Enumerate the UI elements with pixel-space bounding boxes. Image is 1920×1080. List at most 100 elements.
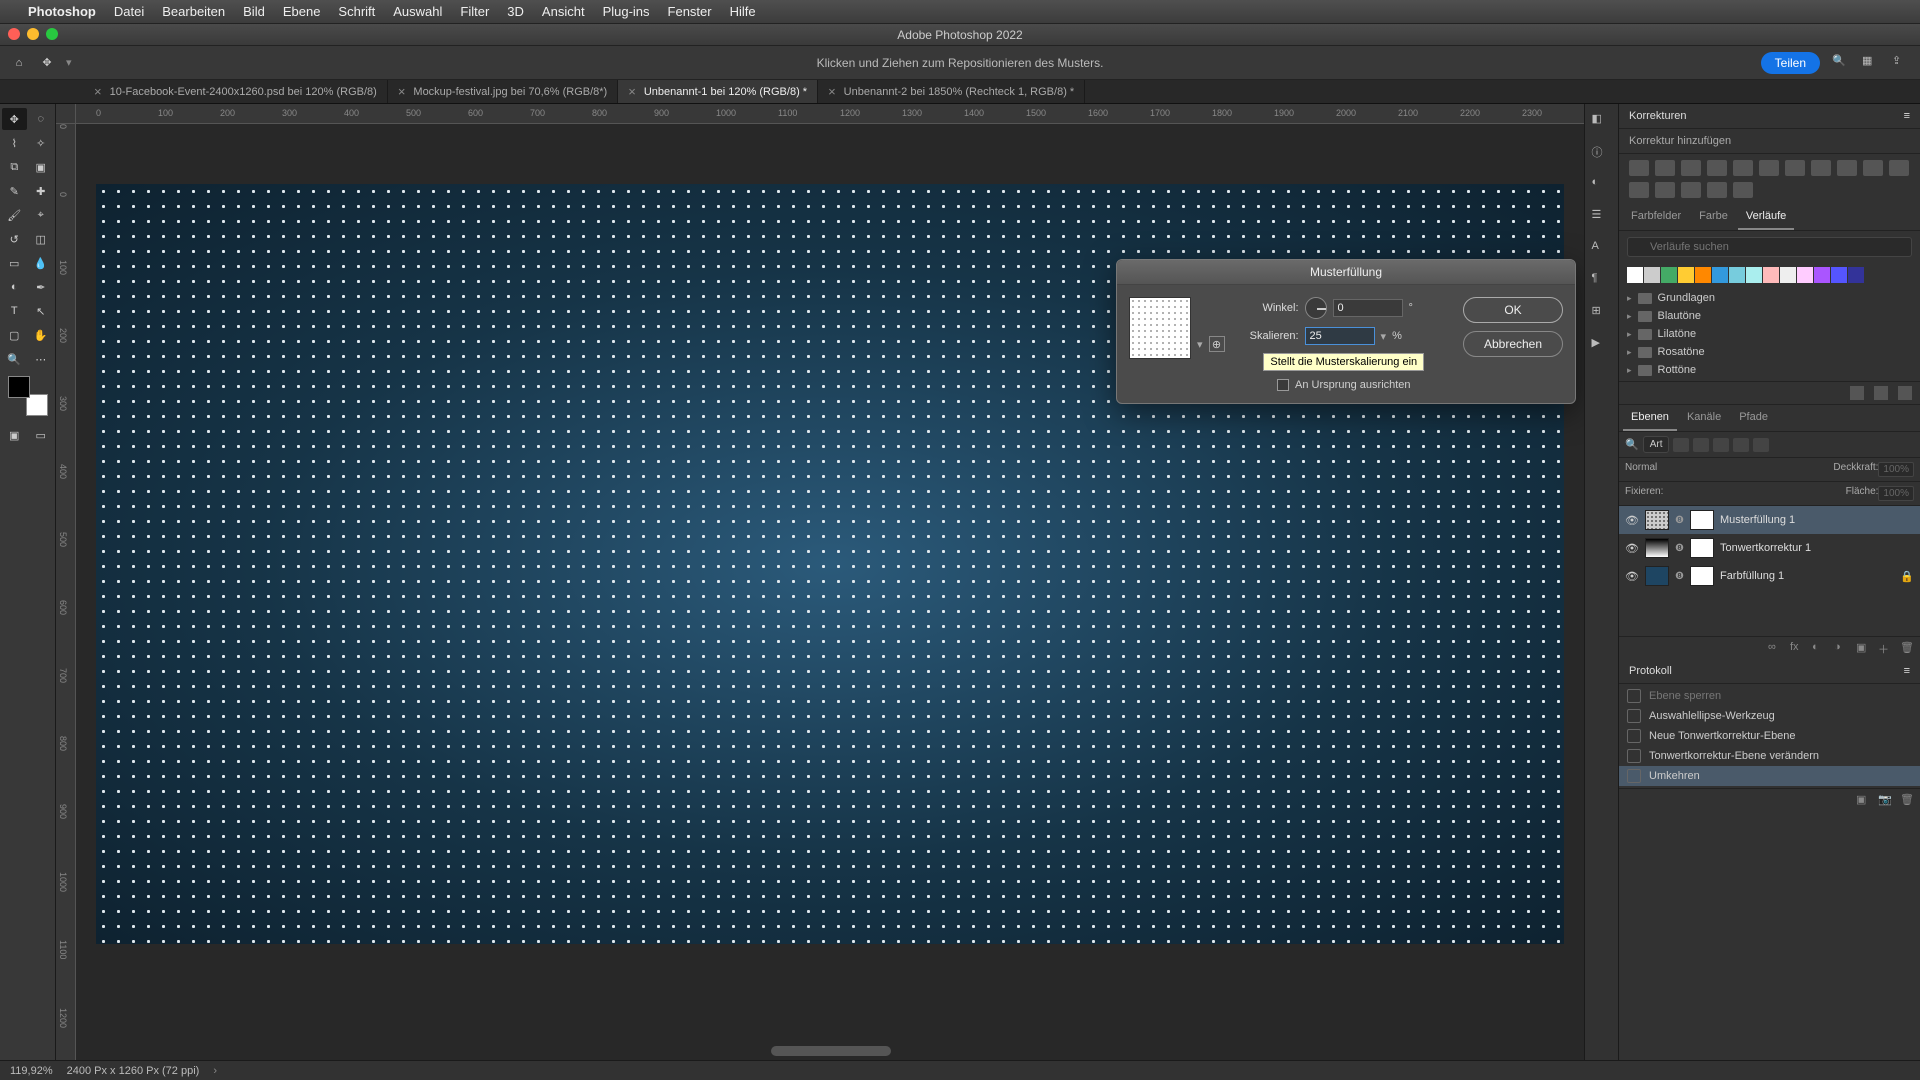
layer-thumbnail[interactable] <box>1645 538 1669 558</box>
move-tool-options-icon[interactable]: ✥ <box>38 54 56 72</box>
cancel-button[interactable]: Abbrechen <box>1463 331 1563 357</box>
layer-name[interactable]: Farbfüllung 1 <box>1720 570 1784 582</box>
properties-panel-icon[interactable]: ◧ <box>1592 112 1612 132</box>
gradientmap-icon[interactable] <box>1707 182 1727 198</box>
chevron-down-icon[interactable]: ▾ <box>66 56 72 69</box>
snapshot-icon[interactable]: ▣ <box>1856 793 1870 807</box>
fx-icon[interactable]: fx <box>1790 641 1804 655</box>
tab-ebenen[interactable]: Ebenen <box>1623 405 1677 431</box>
gradient-swatch[interactable] <box>1763 267 1779 283</box>
history-state[interactable]: Auswahlellipse-Werkzeug <box>1619 706 1920 726</box>
gradient-swatch[interactable] <box>1780 267 1796 283</box>
layer-thumbnail[interactable] <box>1645 566 1669 586</box>
ruler-origin[interactable] <box>56 104 76 124</box>
menu-hilfe[interactable]: Hilfe <box>730 4 756 19</box>
gradient-swatch[interactable] <box>1831 267 1847 283</box>
layer-row[interactable]: 👁❽Farbfüllung 1🔒 <box>1619 562 1920 590</box>
posterize-icon[interactable] <box>1655 182 1675 198</box>
visibility-icon[interactable]: 👁 <box>1625 570 1639 583</box>
filter-shape-icon[interactable] <box>1733 438 1749 452</box>
fill-value[interactable]: 100% <box>1878 486 1914 501</box>
gradient-swatch[interactable] <box>1695 267 1711 283</box>
export-icon[interactable]: ⇪ <box>1892 54 1910 72</box>
wand-tool-icon[interactable]: ✧ <box>29 132 54 154</box>
gradient-folder[interactable]: ▸Rottöne <box>1619 361 1920 379</box>
channelmixer-icon[interactable] <box>1863 160 1883 176</box>
lock-artboard-icon[interactable] <box>1699 486 1711 498</box>
move-tool-icon[interactable]: ✥ <box>2 108 27 130</box>
angle-dial[interactable] <box>1305 297 1327 319</box>
stamp-tool-icon[interactable]: ⌖ <box>29 204 54 226</box>
bucket-tool-icon[interactable]: 💧 <box>29 252 54 274</box>
layer-thumbnail[interactable] <box>1645 510 1669 530</box>
tab-verlaeufe[interactable]: Verläufe <box>1738 204 1794 230</box>
filter-type-icon[interactable] <box>1713 438 1729 452</box>
share-button[interactable]: Teilen <box>1761 52 1820 74</box>
close-icon[interactable]: × <box>398 84 406 99</box>
adjustments-panel-icon[interactable]: ◐ <box>1592 176 1612 196</box>
scrollbar-thumb[interactable] <box>771 1046 891 1056</box>
brightness-icon[interactable] <box>1629 160 1649 176</box>
workspace-icon[interactable]: ▦ <box>1862 54 1880 72</box>
adjustment-layer-icon[interactable]: ◑ <box>1834 641 1848 655</box>
heal-tool-icon[interactable]: ✚ <box>29 180 54 202</box>
new-layer-icon[interactable]: ＋ <box>1878 641 1892 655</box>
visibility-icon[interactable]: 👁 <box>1625 514 1639 527</box>
zoom-level[interactable]: 119,92% <box>10 1065 53 1077</box>
link-layers-icon[interactable]: ∞ <box>1768 641 1782 655</box>
close-icon[interactable]: × <box>628 84 636 99</box>
horizontal-ruler[interactable]: 0100200300400500600700800900100011001200… <box>76 104 1584 124</box>
chevron-down-icon[interactable]: ▾ <box>1197 338 1203 351</box>
colorbalance-icon[interactable] <box>1785 160 1805 176</box>
gradient-swatch[interactable] <box>1627 267 1643 283</box>
delete-state-icon[interactable]: 🗑 <box>1900 793 1914 807</box>
lock-pixels-icon[interactable] <box>1675 486 1687 498</box>
gradient-swatch[interactable] <box>1729 267 1745 283</box>
gradient-tool-icon[interactable]: ▭ <box>2 252 27 274</box>
gradient-swatch[interactable] <box>1661 267 1677 283</box>
blend-mode-select[interactable]: Normal <box>1625 462 1827 477</box>
color-swatch[interactable] <box>8 376 48 416</box>
vibrance-icon[interactable] <box>1733 160 1753 176</box>
lut-icon[interactable] <box>1889 160 1909 176</box>
marquee-tool-icon[interactable]: ◌ <box>29 108 54 130</box>
hand-tool-icon[interactable]: ✋ <box>29 324 54 346</box>
filter-smart-icon[interactable] <box>1753 438 1769 452</box>
layer-filter-type[interactable]: Art <box>1643 436 1670 453</box>
mask-icon[interactable]: ◐ <box>1812 641 1826 655</box>
scale-input[interactable] <box>1305 327 1375 345</box>
doc-dimensions[interactable]: 2400 Px x 1260 Px (72 ppi) <box>67 1065 200 1077</box>
tab-farbe[interactable]: Farbe <box>1691 204 1736 230</box>
chevron-right-icon[interactable]: › <box>213 1065 217 1077</box>
menu-schrift[interactable]: Schrift <box>338 4 375 19</box>
search-icon[interactable]: 🔍 <box>1832 54 1850 72</box>
hue-icon[interactable] <box>1759 160 1779 176</box>
gradient-folder[interactable]: ▸Rosatöne <box>1619 343 1920 361</box>
panel-menu-icon[interactable]: ≡ <box>1904 665 1910 677</box>
filter-adjust-icon[interactable] <box>1693 438 1709 452</box>
minimize-window-icon[interactable] <box>27 28 39 40</box>
character-panel-icon[interactable]: A <box>1592 240 1612 260</box>
gradient-swatch[interactable] <box>1712 267 1728 283</box>
document-tab[interactable]: ×Mockup-festival.jpg bei 70,6% (RGB/8*) <box>388 80 618 103</box>
lock-icon[interactable]: 🔒 <box>1900 570 1914 583</box>
home-icon[interactable]: ⌂ <box>10 54 28 72</box>
invert-icon[interactable] <box>1629 182 1649 198</box>
gradient-folder[interactable]: ▸Blautöne <box>1619 307 1920 325</box>
new-group-icon[interactable] <box>1850 386 1864 400</box>
menu-bearbeiten[interactable]: Bearbeiten <box>162 4 225 19</box>
new-snapshot-icon[interactable]: 📷 <box>1878 793 1892 807</box>
menu-3d[interactable]: 3D <box>507 4 524 19</box>
history-brush-icon[interactable]: ↺ <box>2 228 27 250</box>
visibility-icon[interactable]: 👁 <box>1625 542 1639 555</box>
shape-tool-icon[interactable]: ▢ <box>2 324 27 346</box>
history-state[interactable]: Neue Tonwertkorrektur-Ebene <box>1619 726 1920 746</box>
lock-position-icon[interactable] <box>1687 486 1699 498</box>
menu-datei[interactable]: Datei <box>114 4 144 19</box>
tab-kanaele[interactable]: Kanäle <box>1679 405 1729 431</box>
layer-name[interactable]: Tonwertkorrektur 1 <box>1720 542 1811 554</box>
menu-ansicht[interactable]: Ansicht <box>542 4 585 19</box>
trash-icon[interactable] <box>1898 386 1912 400</box>
close-window-icon[interactable] <box>8 28 20 40</box>
gradient-swatch[interactable] <box>1848 267 1864 283</box>
